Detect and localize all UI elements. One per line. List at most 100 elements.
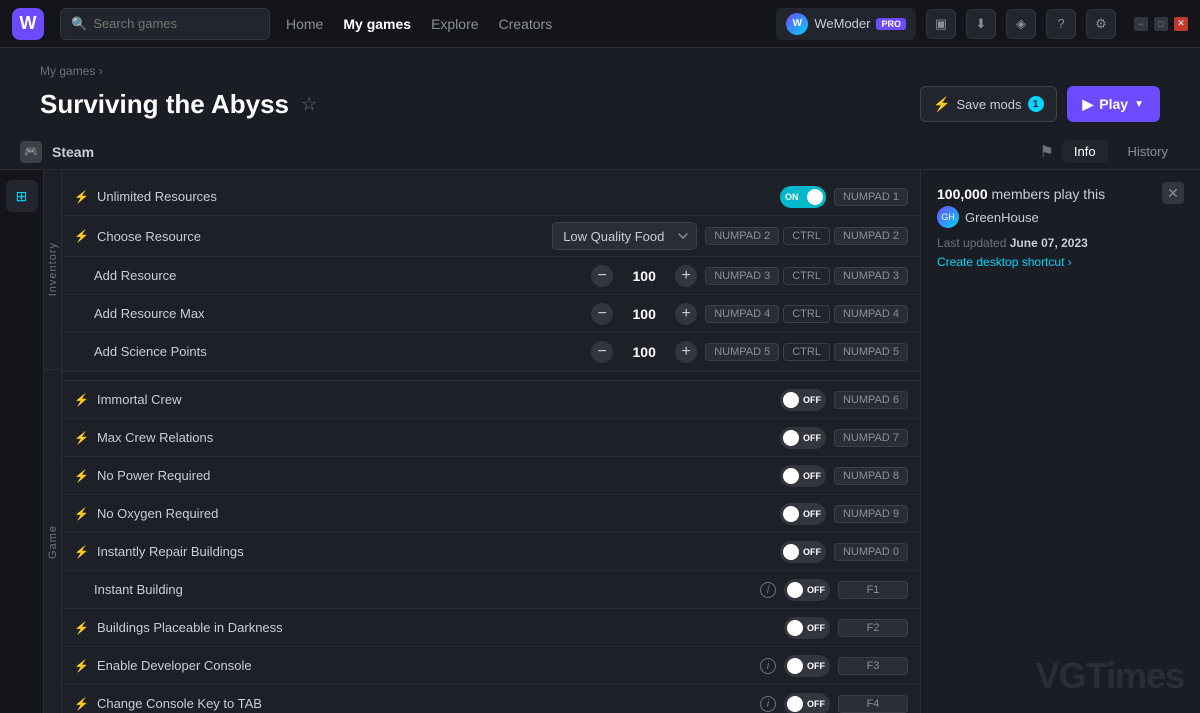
mod-name-add-resource-max: Add Resource Max xyxy=(94,306,583,321)
increment-add-resource-max[interactable]: + xyxy=(675,303,697,325)
keybind-nr3[interactable]: NUMPAD 3 xyxy=(705,267,779,285)
mod-name-unlimited-resources: Unlimited Resources xyxy=(97,189,772,204)
keybind-nr5b[interactable]: NUMPAD 5 xyxy=(834,343,908,361)
info-icon-console-tab[interactable]: i xyxy=(760,696,776,712)
save-mods-button[interactable]: ⚡ Save mods 1 xyxy=(920,86,1056,122)
minimize-btn[interactable]: − xyxy=(1134,17,1148,31)
page-header: Surviving the Abyss ☆ ⚡ Save mods 1 ▶ Pl… xyxy=(20,86,1180,134)
nav-my-games[interactable]: My games xyxy=(343,16,411,32)
keybind-no-power: NUMPAD 8 xyxy=(834,467,908,485)
toggle-max-crew-relations[interactable]: OFF xyxy=(780,427,826,449)
keybind-nr8[interactable]: NUMPAD 8 xyxy=(834,467,908,485)
keybind-f1[interactable]: F1 xyxy=(838,581,908,599)
keybind-choose-resource: NUMPAD 2 CTRL NUMPAD 2 xyxy=(705,227,908,245)
toggle-unlimited-resources[interactable]: ON xyxy=(780,186,826,208)
save-icon: ⚡ xyxy=(933,96,950,113)
search-bar[interactable]: 🔍 xyxy=(60,8,270,40)
mod-name-max-crew-relations: Max Crew Relations xyxy=(97,430,772,445)
tab-history[interactable]: History xyxy=(1116,140,1180,163)
toggle-no-oxygen-required[interactable]: OFF xyxy=(780,503,826,525)
keybind-pill-nr2b[interactable]: NUMPAD 2 xyxy=(834,227,908,245)
keybind-dev-console: F3 xyxy=(838,657,908,675)
keybind-f4[interactable]: F4 xyxy=(838,695,908,713)
nav-home[interactable]: Home xyxy=(286,16,323,32)
toggle-dev-console[interactable]: OFF xyxy=(784,655,830,677)
breadcrumb: My games › xyxy=(20,56,1180,86)
mod-enable-developer-console: ⚡ Enable Developer Console i OFF F3 xyxy=(62,647,920,685)
members-count: 100,000 members play this xyxy=(937,186,1184,202)
main-nav: Home My games Explore Creators xyxy=(286,16,760,32)
favorite-icon[interactable]: ☆ xyxy=(301,94,317,115)
keybind-nr0[interactable]: NUMPAD 0 xyxy=(834,543,908,561)
keybind-instantly-repair: NUMPAD 0 xyxy=(834,543,908,561)
tab-info[interactable]: Info xyxy=(1062,140,1108,163)
sidebar-icon-grid[interactable]: ⊞ xyxy=(6,180,38,212)
user-circle: GH xyxy=(937,206,959,228)
mod-buildings-placeable-darkness: ⚡ Buildings Placeable in Darkness OFF F2 xyxy=(62,609,920,647)
discord-icon-btn[interactable]: ◈ xyxy=(1006,9,1036,39)
avatar: W xyxy=(786,13,808,35)
user-badge[interactable]: W WeModer PRO xyxy=(776,8,916,40)
bolt-icon-2: ⚡ xyxy=(74,229,89,243)
toggle-immortal-crew[interactable]: OFF xyxy=(780,389,826,411)
decrement-science-points[interactable]: − xyxy=(591,341,613,363)
settings-icon-btn[interactable]: ⚙ xyxy=(1086,9,1116,39)
category-game: Game xyxy=(47,517,59,567)
toggle-buildings-darkness[interactable]: OFF xyxy=(784,617,830,639)
info-icon-instant-building[interactable]: i xyxy=(760,582,776,598)
category-inventory: Inventory xyxy=(47,234,59,304)
keybind-f2[interactable]: F2 xyxy=(838,619,908,637)
toggle-console-key-tab[interactable]: OFF xyxy=(784,693,830,713)
keybind-nr9[interactable]: NUMPAD 9 xyxy=(834,505,908,523)
keybind-nr7[interactable]: NUMPAD 7 xyxy=(834,429,908,447)
mod-max-crew-relations: ⚡ Max Crew Relations OFF NUMPAD 7 xyxy=(62,419,920,457)
nav-creators[interactable]: Creators xyxy=(499,16,553,32)
keybind-add-resource-max: NUMPAD 4 CTRL NUMPAD 4 xyxy=(705,305,908,323)
section-divider xyxy=(62,371,920,381)
decrement-add-resource[interactable]: − xyxy=(591,265,613,287)
ctrl-key-5: CTRL xyxy=(783,343,830,361)
keybind-nr6[interactable]: NUMPAD 6 xyxy=(834,391,908,409)
mod-name-instant-building: Instant Building xyxy=(94,582,752,597)
chevron-down-icon: ▼ xyxy=(1134,99,1144,110)
user-row: GH GreenHouse xyxy=(937,206,1184,228)
close-btn[interactable]: ✕ xyxy=(1174,17,1188,31)
keybind-nr3b[interactable]: NUMPAD 3 xyxy=(834,267,908,285)
decrement-add-resource-max[interactable]: − xyxy=(591,303,613,325)
play-button[interactable]: ▶ Play ▼ xyxy=(1067,86,1161,122)
mod-name-dev-console: Enable Developer Console xyxy=(97,658,752,673)
mod-name-add-science-points: Add Science Points xyxy=(94,344,583,359)
keybind-nr4[interactable]: NUMPAD 4 xyxy=(705,305,779,323)
maximize-btn[interactable]: □ xyxy=(1154,17,1168,31)
pro-badge: PRO xyxy=(876,18,906,30)
increment-science-points[interactable]: + xyxy=(675,341,697,363)
keybind-nr5[interactable]: NUMPAD 5 xyxy=(705,343,779,361)
mod-name-add-resource: Add Resource xyxy=(94,268,583,283)
keybind-no-oxygen: NUMPAD 9 xyxy=(834,505,908,523)
keybind-nr4b[interactable]: NUMPAD 4 xyxy=(834,305,908,323)
help-icon-btn[interactable]: ? xyxy=(1046,9,1076,39)
resource-dropdown[interactable]: Low Quality Food High Quality Food Water… xyxy=(552,222,697,250)
inventory-icon-btn[interactable]: ▣ xyxy=(926,9,956,39)
keybind-f3[interactable]: F3 xyxy=(838,657,908,675)
bolt-icon-tab: ⚡ xyxy=(74,697,89,711)
app-logo[interactable]: W xyxy=(12,8,44,40)
increment-add-resource[interactable]: + xyxy=(675,265,697,287)
search-input[interactable] xyxy=(93,16,259,31)
value-add-resource-max: 100 xyxy=(619,306,669,322)
mod-choose-resource: ⚡ Choose Resource Low Quality Food High … xyxy=(62,216,920,257)
keybind-pill[interactable]: NUMPAD 1 xyxy=(834,188,908,206)
breadcrumb-parent[interactable]: My games xyxy=(40,64,95,78)
flag-icon[interactable]: ⚑ xyxy=(1040,142,1054,162)
bolt-icon-power: ⚡ xyxy=(74,469,89,483)
desktop-shortcut-link[interactable]: Create desktop shortcut › xyxy=(937,255,1072,269)
keybind-pill-nr2[interactable]: NUMPAD 2 xyxy=(705,227,779,245)
close-panel-button[interactable]: ✕ xyxy=(1162,182,1184,204)
info-icon-dev-console[interactable]: i xyxy=(760,658,776,674)
toggle-no-power-required[interactable]: OFF xyxy=(780,465,826,487)
toggle-instantly-repair[interactable]: OFF xyxy=(780,541,826,563)
toggle-instant-building[interactable]: OFF xyxy=(784,579,830,601)
downloads-icon-btn[interactable]: ⬇ xyxy=(966,9,996,39)
nav-explore[interactable]: Explore xyxy=(431,16,478,32)
bolt-icon-darkness: ⚡ xyxy=(74,621,89,635)
